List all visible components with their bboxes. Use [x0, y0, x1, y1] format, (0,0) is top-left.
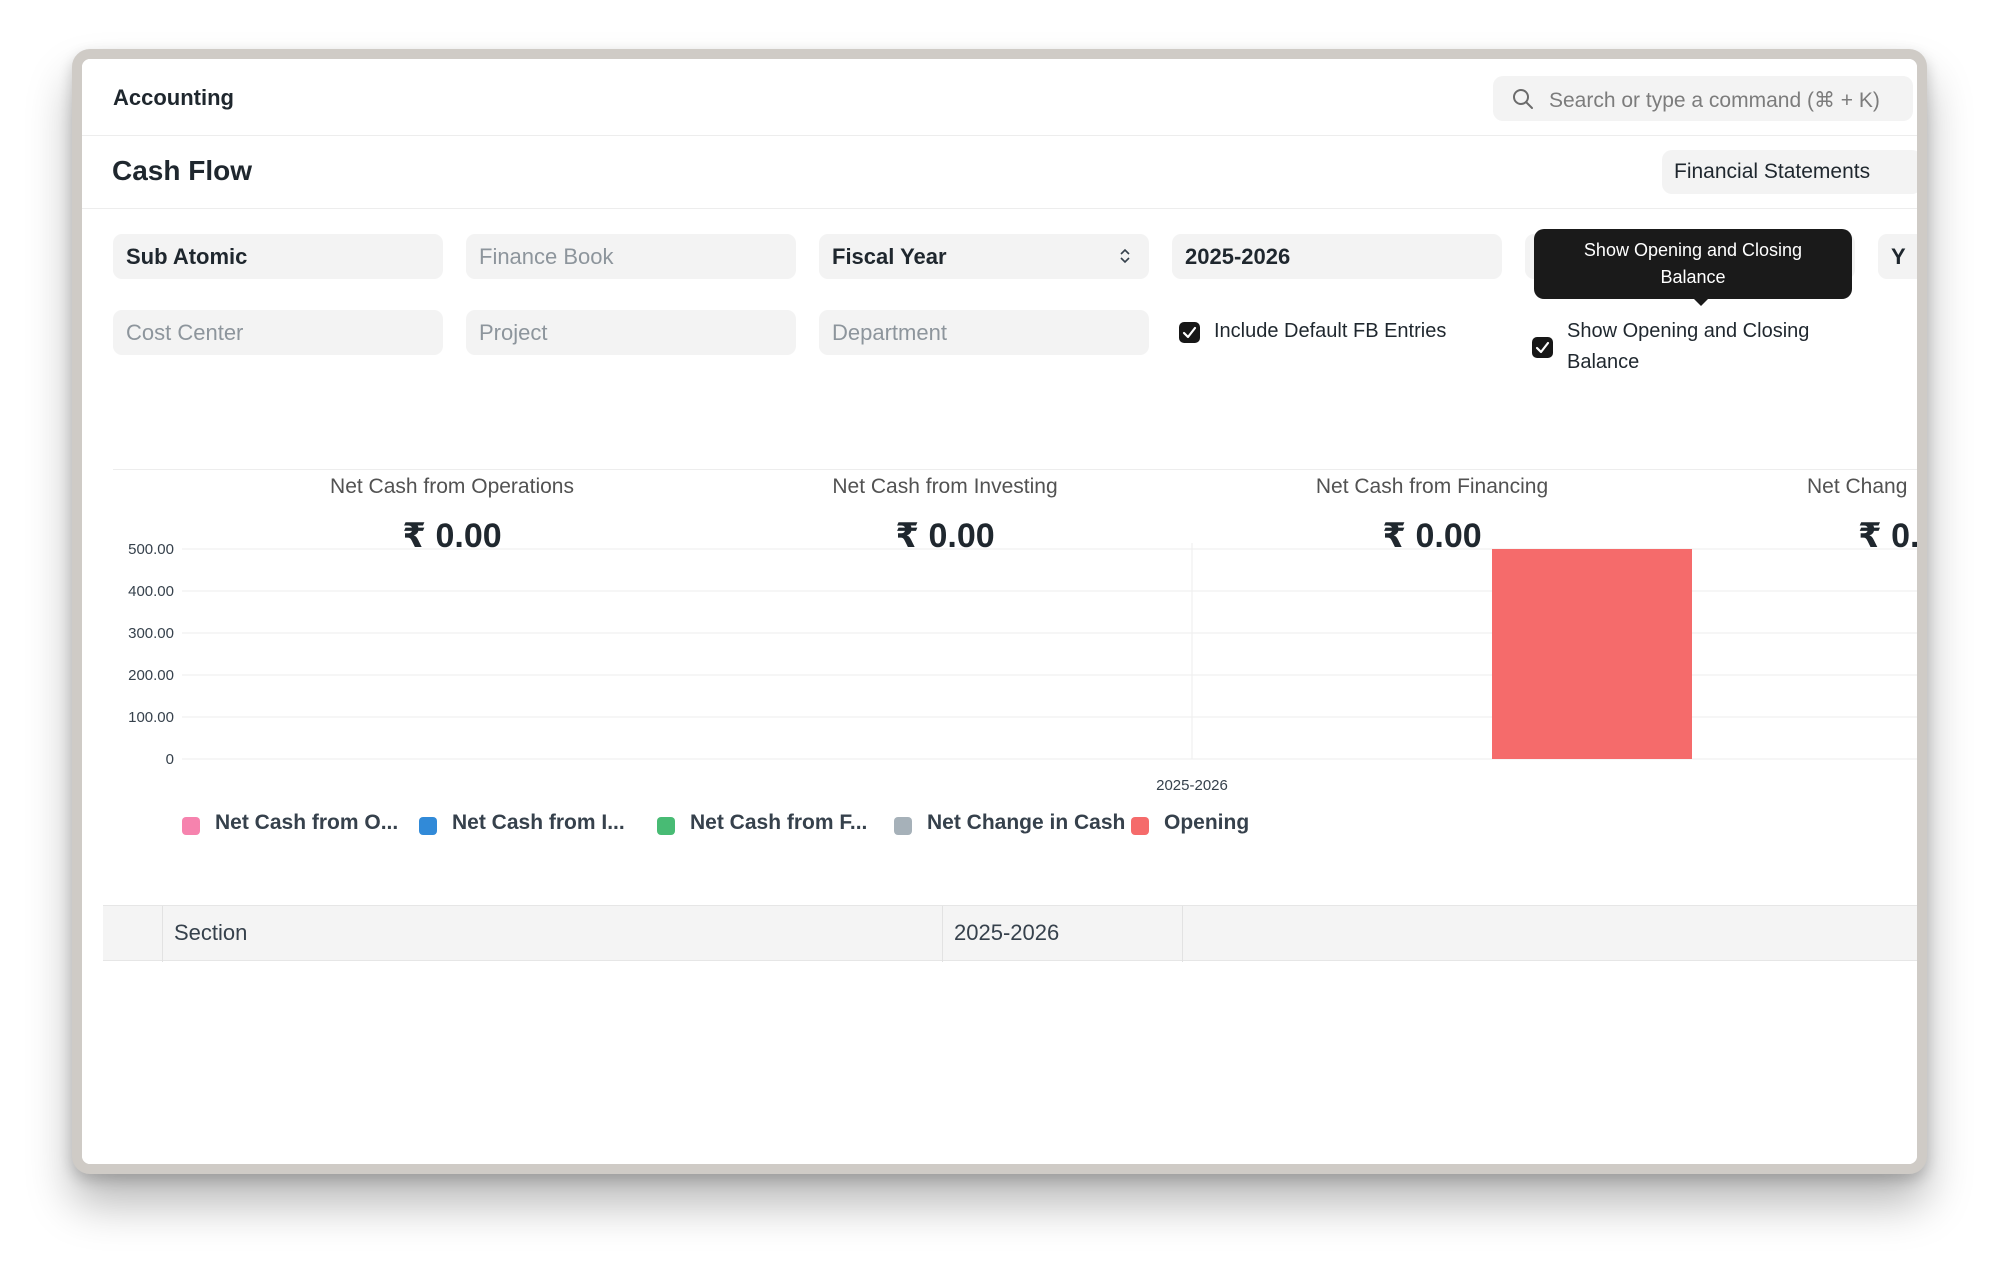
legend-swatch	[182, 817, 200, 835]
periodicity-field[interactable]: Y	[1878, 234, 1917, 279]
legend-label: Opening	[1164, 811, 1250, 834]
period-type-value: Fiscal Year	[832, 244, 947, 269]
y-tick-label: 100.00	[128, 709, 174, 726]
page-title: Cash Flow	[112, 155, 253, 186]
summary-divider	[113, 469, 1917, 470]
summary-label-financing: Net Cash from Financing	[1315, 475, 1549, 498]
app-window: Accounting Search or type a command (⌘ +…	[72, 49, 1927, 1174]
finance-book-field[interactable]: Finance Book	[466, 234, 796, 279]
table-header: Section 2025-2026	[103, 905, 1917, 962]
checkmark-icon	[1535, 341, 1550, 354]
legend-label: Net Change in Cash	[927, 811, 1126, 834]
table-header-section[interactable]: Section	[163, 906, 943, 962]
summary-label-net-change: Net Chang	[1807, 475, 1908, 498]
legend-swatch	[657, 817, 675, 835]
summary-label-operations: Net Cash from Operations	[330, 475, 574, 498]
legend-label: Net Cash from O...	[215, 811, 399, 834]
legend-swatch	[1131, 817, 1149, 835]
bar-opening	[1492, 549, 1692, 759]
project-field[interactable]: Project	[466, 310, 796, 355]
cash-flow-chart: 0 100.00 200.00 300.00 400.00 500.00 2025-2026	[128, 541, 1917, 794]
show-opening-closing-label-line2: Balance	[1567, 351, 1640, 373]
x-tick-label: 2025-2026	[1156, 777, 1228, 794]
app-content: Accounting Search or type a command (⌘ +…	[82, 59, 1917, 1164]
summary-label-investing: Net Cash from Investing	[832, 475, 1058, 498]
tooltip-line1: Show Opening and Closing	[1583, 240, 1803, 260]
show-opening-closing-checkbox[interactable]	[1532, 337, 1553, 358]
include-default-fb-checkbox[interactable]	[1179, 322, 1200, 343]
y-tick-label: 500.00	[128, 541, 174, 558]
department-field[interactable]: Department	[819, 310, 1149, 355]
company-field[interactable]: Sub Atomic	[113, 234, 443, 279]
tooltip: Show Opening and Closing Balance	[1534, 229, 1852, 299]
legend-swatch	[894, 817, 912, 835]
y-tick-label: 200.00	[128, 667, 174, 684]
include-default-fb-label: Include Default FB Entries	[1214, 320, 1447, 342]
period-type-select[interactable]: Fiscal Year	[819, 234, 1149, 279]
y-tick-label: 0	[166, 751, 174, 768]
from-fiscal-year-field[interactable]: 2025-2026	[1172, 234, 1502, 279]
search-bar[interactable]: Search or type a command (⌘ + K)	[1493, 76, 1913, 121]
select-arrows-icon	[1120, 248, 1130, 264]
show-opening-closing-label-line1: Show Opening and Closing	[1567, 320, 1810, 342]
legend-swatch	[419, 817, 437, 835]
navbar: Accounting Search or type a command (⌘ +…	[82, 59, 1917, 136]
show-opening-closing-label: Show Opening and Closing Balance	[1567, 316, 1809, 378]
legend-label: Net Cash from I...	[452, 811, 625, 834]
financial-statements-button[interactable]: Financial Statements	[1662, 150, 1917, 194]
tooltip-arrow	[1692, 297, 1710, 306]
page-header: Cash Flow Financial Statements	[82, 136, 1917, 209]
table-header-index	[103, 906, 163, 962]
y-tick-label: 300.00	[128, 625, 174, 642]
legend-label: Net Cash from F...	[690, 811, 868, 834]
tooltip-line2: Balance	[1660, 267, 1726, 287]
search-input[interactable]: Search or type a command (⌘ + K)	[1549, 88, 1880, 113]
navbar-title[interactable]: Accounting	[113, 85, 234, 111]
y-tick-label: 400.00	[128, 583, 174, 600]
search-icon	[1513, 89, 1533, 109]
cost-center-field[interactable]: Cost Center	[113, 310, 443, 355]
checkmark-icon	[1182, 326, 1197, 339]
table-header-period[interactable]: 2025-2026	[943, 906, 1183, 962]
